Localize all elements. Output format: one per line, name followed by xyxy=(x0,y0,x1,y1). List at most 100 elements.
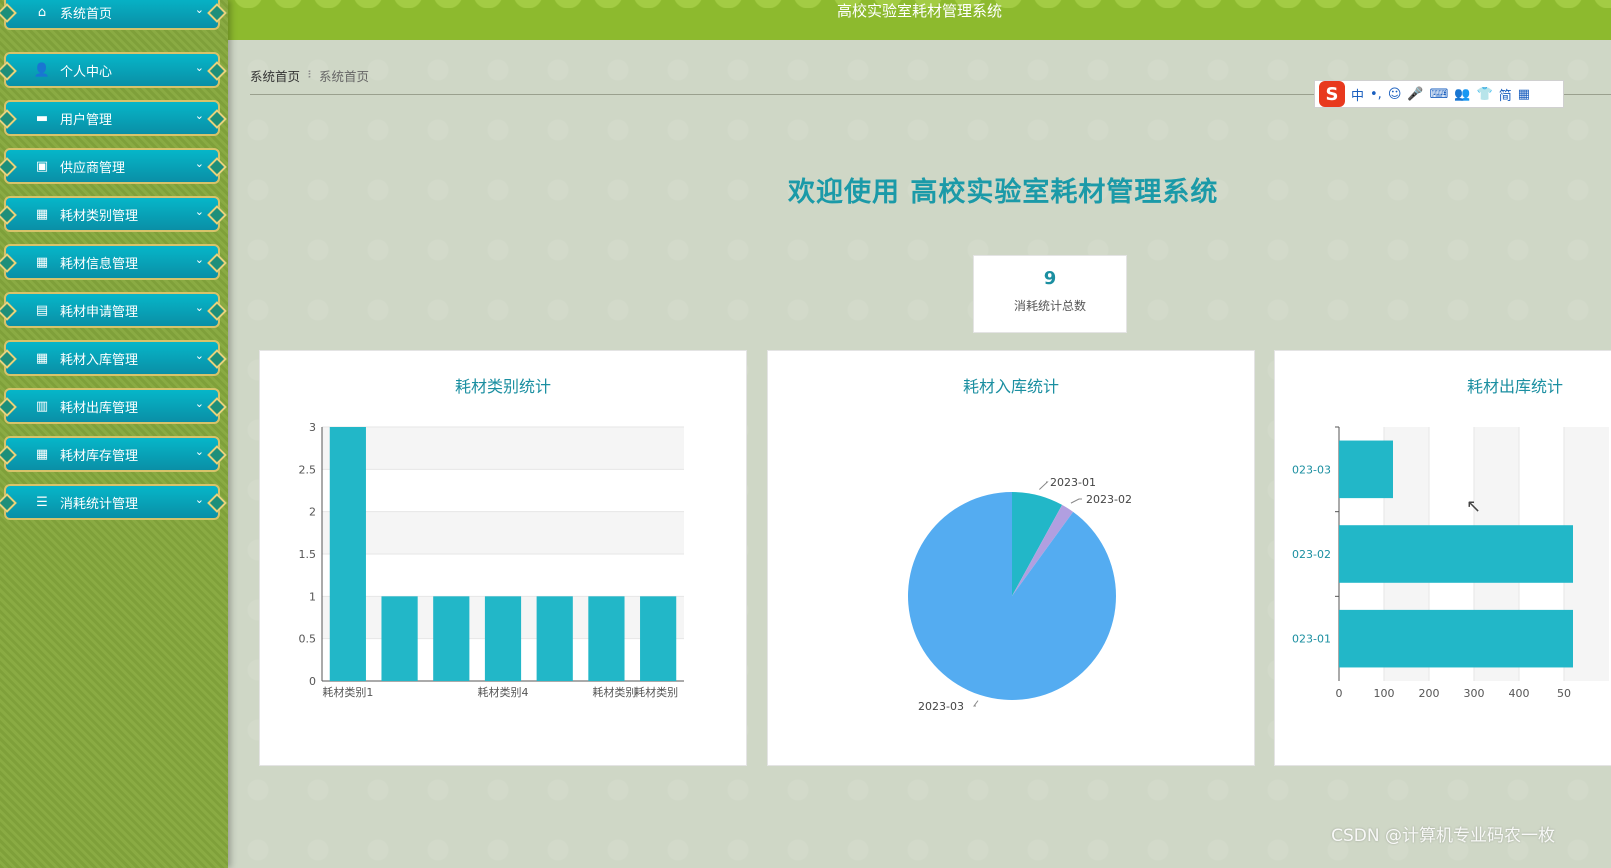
sidebar-item-label: 供应商管理 xyxy=(60,160,126,176)
sogou-logo-icon[interactable]: S xyxy=(1319,81,1345,107)
bar xyxy=(588,596,625,681)
y-tick-label: 2.5 xyxy=(299,463,317,476)
ime-button-2[interactable]: •, xyxy=(1370,87,1382,102)
x-tick-label: 300 xyxy=(1464,687,1485,700)
diamond-decoration-icon xyxy=(207,349,227,369)
sidebar-item-label: 用户管理 xyxy=(60,112,113,128)
sidebar-item-3[interactable]: ▬ 用户管理 ⌄ xyxy=(0,100,227,136)
bar xyxy=(484,596,522,681)
stat-card: 9 消耗统计总数 xyxy=(973,255,1127,333)
mouse-cursor-icon: ↖ xyxy=(1466,496,1482,517)
app-title: 高校实验室耗材管理系统 xyxy=(836,2,1002,20)
ime-button-1[interactable]: 中 xyxy=(1351,85,1364,104)
category-chart-panel: 耗材类别统计 0 0.5 1 1.5 2 2.5 3 耗材类别1 耗材类别4 耗材类别 耗材类别 xyxy=(259,350,747,766)
diamond-decoration-icon xyxy=(0,109,17,129)
pie-label: 2023-01 xyxy=(1050,476,1096,489)
sidebar-item-label: 耗材入库管理 xyxy=(60,352,139,368)
y-tick-label: 1.5 xyxy=(299,548,317,561)
diamond-decoration-icon xyxy=(207,61,227,81)
sidebar-item-1[interactable]: ⌂ 系统首页 ⌄ xyxy=(0,0,227,30)
ime-button-6[interactable]: 👥 xyxy=(1454,87,1470,102)
diamond-decoration-icon xyxy=(207,301,227,321)
sidebar-item-label: 耗材库存管理 xyxy=(60,448,139,464)
x-tick-label: 耗材类别 xyxy=(634,685,678,699)
grid-band xyxy=(322,511,684,554)
chevron-down-icon: ⌄ xyxy=(194,61,204,74)
sidebar-item-2[interactable]: 👤 个人中心 ⌄ xyxy=(0,52,227,88)
welcome-heading: 欢迎使用 高校实验室耗材管理系统 xyxy=(788,177,1219,208)
diamond-decoration-icon xyxy=(207,493,227,513)
pie-leader-line xyxy=(973,700,979,707)
sidebar-item-8[interactable]: ▦ 耗材入库管理 ⌄ xyxy=(0,340,227,376)
chevron-down-icon: ⌄ xyxy=(194,301,204,314)
x-tick-label: 200 xyxy=(1419,687,1440,700)
home-icon: ⌂ xyxy=(37,4,47,20)
grid-band xyxy=(322,427,684,470)
bar xyxy=(640,596,677,681)
diamond-decoration-icon xyxy=(207,205,227,225)
card-icon: ▬ xyxy=(35,110,49,126)
grid-icon: ▦ xyxy=(35,350,49,366)
outbound-bar-chart: 0 100 200 300 400 50 023-03 023-02 023-01 xyxy=(1292,426,1609,700)
x-tick-label: 400 xyxy=(1509,687,1530,700)
diamond-decoration-icon xyxy=(0,3,17,23)
diamond-decoration-icon xyxy=(207,445,227,465)
grid-icon: ▦ xyxy=(35,254,49,270)
x-tick-label: 50 xyxy=(1557,687,1571,700)
y-tick-label: 023-03 xyxy=(1292,463,1331,476)
sidebar-item-label: 消耗统计管理 xyxy=(60,496,139,512)
ime-button-9[interactable]: ▦ xyxy=(1518,87,1530,102)
top-header: 高校实验室耗材管理系统 xyxy=(228,0,1611,40)
sidebar-item-5[interactable]: ▦ 耗材类别管理 ⌄ xyxy=(0,196,227,232)
sidebar-item-9[interactable]: ▥ 耗材出库管理 ⌄ xyxy=(0,388,227,424)
main-content: 系统首页 ፧ 系统首页 S 中 •, ☺ 🎤 ⌨ 👥 👕 简 ▦ 欢迎使用 高校实验室耗材管理系… xyxy=(228,40,1611,868)
chevron-down-icon: ⌄ xyxy=(194,205,204,218)
watermark: CSDN @计算机专业码农一枚 xyxy=(1331,826,1555,846)
y-tick-label: 0.5 xyxy=(299,633,317,646)
sidebar-item-label: 耗材信息管理 xyxy=(60,256,139,272)
y-tick-label: 023-01 xyxy=(1292,633,1331,646)
outbound-chart-panel: 耗材出库统计 0 100 200 300 400 50 023-03 023-02 023-01 xyxy=(1274,350,1611,766)
sidebar-item-4[interactable]: ▣ 供应商管理 ⌄ xyxy=(0,148,227,184)
diamond-decoration-icon xyxy=(0,445,17,465)
stat-value: 9 xyxy=(1043,268,1057,289)
sidebar-item-6[interactable]: ▦ 耗材信息管理 ⌄ xyxy=(0,244,227,280)
diamond-decoration-icon xyxy=(0,493,17,513)
diamond-decoration-icon xyxy=(0,349,17,369)
bar xyxy=(536,596,573,681)
sidebar-item-10[interactable]: ▦ 耗材库存管理 ⌄ xyxy=(0,436,227,472)
sidebar-item-11[interactable]: ☰ 消耗统计管理 ⌄ xyxy=(0,484,227,520)
chevron-down-icon: ⌄ xyxy=(194,109,204,122)
diamond-decoration-icon xyxy=(0,205,17,225)
bar xyxy=(433,596,470,681)
ime-button-4[interactable]: 🎤 xyxy=(1407,87,1423,102)
category-bar-chart: 0 0.5 1 1.5 2 2.5 3 耗材类别1 耗材类别4 耗材类别耗材类别 xyxy=(299,421,684,699)
ime-button-8[interactable]: 简 xyxy=(1499,85,1512,104)
ime-toolbar[interactable]: S 中 •, ☺ 🎤 ⌨ 👥 👕 简 ▦ xyxy=(1314,80,1564,108)
pie-leader-line xyxy=(1070,498,1082,504)
inbound-pie-chart: 2023-01 2023-02 2023-03 xyxy=(908,476,1132,713)
diamond-decoration-icon xyxy=(0,61,17,81)
breadcrumb: 系统首页 ፧ 系统首页 xyxy=(250,66,369,85)
breadcrumb-home[interactable]: 系统首页 xyxy=(250,66,300,85)
breadcrumb-current: 系统首页 xyxy=(318,69,369,84)
sidebar-item-7[interactable]: ▤ 耗材申请管理 ⌄ xyxy=(0,292,227,328)
sidebar-item-label: 耗材出库管理 xyxy=(60,400,139,416)
diamond-decoration-icon xyxy=(207,109,227,129)
sidebar-item-label: 耗材申请管理 xyxy=(60,304,139,320)
ime-button-7[interactable]: 👕 xyxy=(1477,87,1493,102)
chevron-down-icon: ⌄ xyxy=(194,349,204,362)
sidebar-item-label: 系统首页 xyxy=(60,6,113,22)
bar xyxy=(1339,525,1573,583)
user-icon: 👤 xyxy=(33,62,51,78)
bar xyxy=(1339,440,1393,499)
chat-icon: ▣ xyxy=(35,158,49,174)
bar xyxy=(1339,609,1573,668)
briefcase-icon: ▤ xyxy=(35,302,49,318)
x-tick-label: 耗材类别 xyxy=(592,685,636,699)
list-icon: ☰ xyxy=(36,494,48,510)
ime-button-5[interactable]: ⌨ xyxy=(1430,87,1449,102)
sidebar: ⌂ 系统首页 ⌄ 👤 个人中心 ⌄ ▬ 用户管理 ⌄ ▣ 供应商管理 ⌄ ▦ 耗材类别管理 ⌄ ▦ 耗材信息管理… xyxy=(0,0,228,868)
ime-button-3[interactable]: ☺ xyxy=(1388,87,1402,102)
clipboard-icon: ▥ xyxy=(35,398,49,414)
